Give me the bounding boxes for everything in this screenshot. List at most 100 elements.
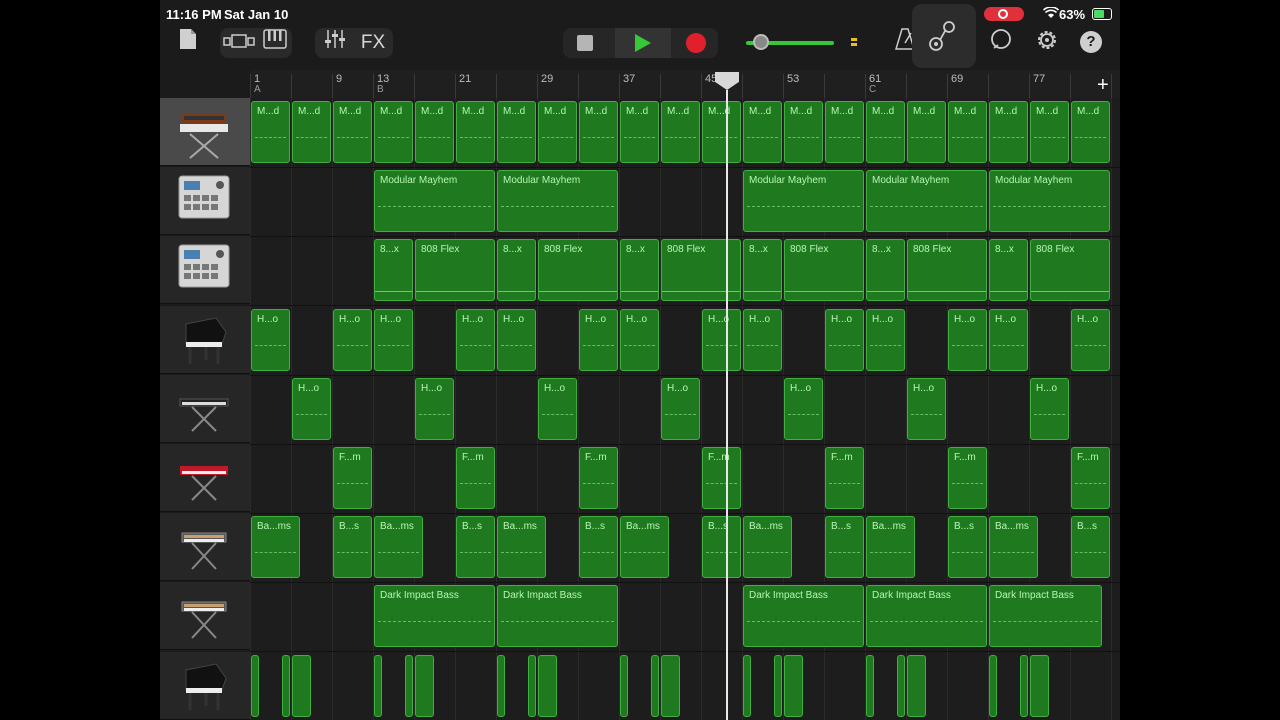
settings-button[interactable] (1032, 28, 1062, 58)
track-lane[interactable]: 8...x 808 Flex 8...x 808 Flex 8...x 808 Flex 8… (250, 236, 1120, 307)
region[interactable]: Dark Impact Bass (497, 585, 618, 648)
region[interactable]: H...o (989, 308, 1028, 371)
region[interactable]: B...s (1071, 516, 1110, 579)
region[interactable]: Ba...ms (374, 516, 424, 579)
region[interactable]: Ba...ms (251, 516, 301, 579)
region[interactable]: Modular Mayhem (743, 170, 864, 233)
region[interactable]: F...m (456, 447, 495, 509)
my-songs-button[interactable] (174, 28, 202, 58)
region[interactable]: H...o (292, 377, 331, 440)
master-volume-knob[interactable] (753, 34, 769, 50)
region[interactable]: 8...x (989, 239, 1028, 302)
region[interactable]: H...o (1071, 308, 1110, 371)
region[interactable]: B...s (333, 516, 372, 579)
region[interactable]: H...o (907, 377, 946, 440)
region[interactable]: 8...x (866, 239, 905, 302)
smart-controls-button[interactable] (920, 16, 966, 62)
region[interactable]: 808 Flex (538, 239, 618, 302)
region[interactable]: M...d (989, 101, 1028, 163)
region[interactable]: H...o (374, 308, 413, 371)
track-header[interactable] (160, 444, 250, 512)
region[interactable]: H...o (538, 377, 577, 440)
region[interactable]: H...o (333, 308, 372, 371)
region[interactable]: F...m (825, 447, 864, 509)
region[interactable]: H...o (1030, 377, 1069, 440)
keyboard-button[interactable] (260, 28, 290, 58)
region[interactable]: M...d (497, 101, 536, 163)
region[interactable]: M...d (948, 101, 987, 163)
loop-browser-button[interactable] (986, 28, 1016, 58)
region[interactable]: B...s (702, 516, 741, 579)
mixer-button[interactable] (320, 28, 350, 58)
track-header[interactable] (160, 651, 250, 720)
stop-button[interactable] (577, 35, 593, 51)
region[interactable]: 808 Flex (784, 239, 864, 302)
region[interactable]: Dark Impact Bass (743, 585, 864, 648)
region[interactable]: Ba...ms (620, 516, 670, 579)
region[interactable]: F...m (948, 447, 987, 509)
region[interactable]: F...m (702, 447, 741, 509)
region[interactable]: M...d (1030, 101, 1069, 163)
region[interactable]: H...o (948, 308, 987, 371)
region[interactable]: H...o (456, 308, 495, 371)
region[interactable]: 8...x (620, 239, 659, 302)
track-header[interactable] (160, 305, 250, 374)
region[interactable]: M...d (661, 101, 700, 163)
region[interactable]: Ba...ms (989, 516, 1039, 579)
region[interactable]: H...o (702, 308, 741, 371)
track-lane[interactable]: Ba...ms B...s Ba...ms B...s Ba...ms B...s Ba..… (250, 513, 1120, 584)
fx-button[interactable]: FX (356, 28, 390, 58)
region[interactable]: M...d (292, 101, 331, 163)
track-lane[interactable]: H...o H...o H...o H...o H...o H...o H...o H...o… (250, 306, 1120, 376)
region[interactable] (251, 654, 260, 717)
region[interactable]: 8...x (497, 239, 536, 302)
track-header[interactable] (160, 513, 250, 582)
track-lane[interactable]: Modular Mayhem Modular Mayhem Modular Mayh… (250, 167, 1120, 238)
add-section-button[interactable]: + (1097, 74, 1109, 97)
region[interactable] (1030, 654, 1049, 717)
region[interactable] (1019, 654, 1028, 717)
region[interactable]: H...o (497, 308, 536, 371)
region[interactable]: 808 Flex (907, 239, 987, 302)
tracks-view-button[interactable] (222, 28, 256, 58)
region[interactable]: M...d (825, 101, 864, 163)
region[interactable]: Ba...ms (497, 516, 547, 579)
region[interactable] (281, 654, 290, 717)
track-header[interactable] (160, 98, 250, 166)
region[interactable]: H...o (866, 308, 905, 371)
bar-ruler[interactable]: 1 A 9 13 B 21 29 37 45 53 61 C 69 77 (250, 70, 1120, 99)
region[interactable] (896, 654, 905, 717)
region[interactable]: B...s (456, 516, 495, 579)
track-lane[interactable]: H...o H...o H...o H...o H...o H...o H...o (250, 375, 1120, 445)
region[interactable]: 808 Flex (661, 239, 741, 302)
track-header[interactable] (160, 374, 250, 443)
region[interactable]: H...o (251, 308, 290, 371)
region[interactable] (538, 654, 557, 717)
region[interactable]: 808 Flex (1030, 239, 1110, 302)
region[interactable]: M...d (415, 101, 454, 163)
region[interactable]: F...m (1071, 447, 1110, 509)
region[interactable]: M...d (620, 101, 659, 163)
region[interactable]: H...o (784, 377, 823, 440)
region[interactable]: 808 Flex (415, 239, 495, 302)
track-lane[interactable] (250, 652, 1120, 720)
region[interactable]: M...d (784, 101, 823, 163)
region[interactable] (989, 654, 998, 717)
region[interactable]: Modular Mayhem (374, 170, 495, 233)
region[interactable]: Dark Impact Bass (866, 585, 987, 648)
region[interactable]: M...d (702, 101, 741, 163)
region[interactable]: B...s (579, 516, 618, 579)
region[interactable] (497, 654, 506, 717)
region[interactable]: M...d (251, 101, 290, 163)
region[interactable]: H...o (620, 308, 659, 371)
region[interactable] (374, 654, 383, 717)
region[interactable] (527, 654, 536, 717)
region[interactable]: M...d (579, 101, 618, 163)
region[interactable]: H...o (415, 377, 454, 440)
region[interactable]: Ba...ms (743, 516, 793, 579)
region[interactable]: M...d (374, 101, 413, 163)
region[interactable]: Modular Mayhem (497, 170, 618, 233)
record-button[interactable] (686, 33, 706, 53)
region[interactable]: H...o (825, 308, 864, 371)
play-button[interactable] (615, 28, 671, 58)
